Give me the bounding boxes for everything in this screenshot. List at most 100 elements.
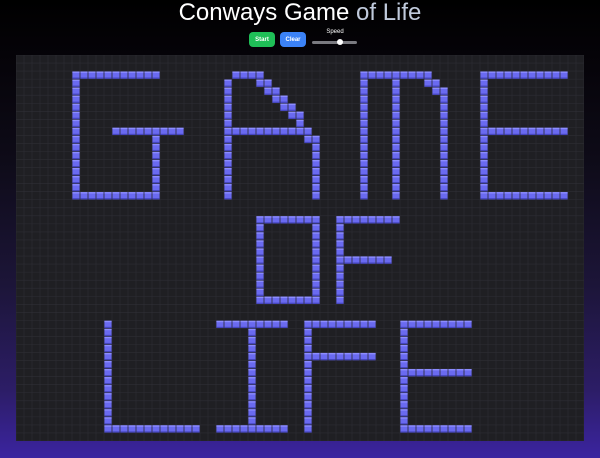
- live-cell[interactable]: [360, 192, 368, 200]
- live-cell[interactable]: [312, 176, 320, 184]
- live-cell[interactable]: [72, 167, 80, 176]
- live-cell[interactable]: [400, 409, 408, 417]
- live-cell[interactable]: [440, 119, 448, 127]
- live-cell[interactable]: [72, 192, 80, 200]
- live-cell[interactable]: [312, 184, 320, 192]
- live-cell[interactable]: [224, 176, 232, 184]
- live-cell[interactable]: [424, 71, 432, 79]
- live-cell[interactable]: [312, 167, 320, 176]
- live-cell[interactable]: [256, 240, 264, 248]
- live-cell[interactable]: [408, 369, 416, 377]
- live-cell[interactable]: [272, 320, 280, 329]
- live-cell[interactable]: [224, 320, 232, 329]
- live-cell[interactable]: [312, 352, 320, 361]
- live-cell[interactable]: [96, 71, 104, 79]
- live-cell[interactable]: [288, 127, 296, 136]
- live-cell[interactable]: [392, 87, 400, 95]
- live-cell[interactable]: [280, 425, 288, 433]
- live-cell[interactable]: [512, 71, 520, 79]
- live-cell[interactable]: [104, 336, 112, 345]
- live-cell[interactable]: [536, 192, 544, 200]
- live-cell[interactable]: [392, 167, 400, 176]
- live-cell[interactable]: [224, 127, 232, 136]
- live-cell[interactable]: [520, 192, 528, 200]
- live-cell[interactable]: [72, 184, 80, 192]
- live-cell[interactable]: [440, 425, 448, 433]
- live-cell[interactable]: [392, 127, 400, 136]
- live-cell[interactable]: [152, 192, 160, 200]
- live-cell[interactable]: [424, 425, 432, 433]
- live-cell[interactable]: [496, 71, 504, 79]
- live-cell[interactable]: [312, 248, 320, 256]
- live-cell[interactable]: [144, 71, 152, 79]
- live-cell[interactable]: [464, 320, 472, 329]
- live-cell[interactable]: [144, 425, 152, 433]
- live-cell[interactable]: [304, 360, 312, 369]
- live-cell[interactable]: [440, 135, 448, 144]
- live-cell[interactable]: [352, 320, 360, 329]
- live-cell[interactable]: [264, 216, 272, 224]
- live-cell[interactable]: [120, 127, 128, 136]
- live-cell[interactable]: [104, 320, 112, 329]
- live-cell[interactable]: [112, 71, 120, 79]
- live-cell[interactable]: [224, 79, 232, 87]
- live-cell[interactable]: [296, 111, 304, 119]
- live-cell[interactable]: [440, 143, 448, 152]
- live-cell[interactable]: [336, 224, 344, 232]
- live-cell[interactable]: [344, 352, 352, 361]
- live-cell[interactable]: [408, 425, 416, 433]
- live-cell[interactable]: [552, 127, 560, 136]
- live-cell[interactable]: [400, 320, 408, 329]
- live-cell[interactable]: [144, 192, 152, 200]
- live-cell[interactable]: [128, 127, 136, 136]
- live-cell[interactable]: [360, 159, 368, 168]
- live-cell[interactable]: [96, 192, 104, 200]
- live-cell[interactable]: [88, 192, 96, 200]
- live-cell[interactable]: [408, 71, 416, 79]
- live-cell[interactable]: [424, 79, 432, 87]
- live-cell[interactable]: [312, 216, 320, 224]
- live-cell[interactable]: [312, 264, 320, 272]
- live-cell[interactable]: [552, 71, 560, 79]
- clear-button[interactable]: Clear: [280, 32, 306, 47]
- live-cell[interactable]: [360, 95, 368, 103]
- live-cell[interactable]: [104, 417, 112, 425]
- live-cell[interactable]: [72, 143, 80, 152]
- live-cell[interactable]: [480, 167, 488, 176]
- live-cell[interactable]: [248, 71, 256, 79]
- live-cell[interactable]: [392, 119, 400, 127]
- live-cell[interactable]: [88, 71, 96, 79]
- live-cell[interactable]: [312, 280, 320, 288]
- live-cell[interactable]: [264, 425, 272, 433]
- live-cell[interactable]: [392, 71, 400, 79]
- live-cell[interactable]: [72, 111, 80, 119]
- live-cell[interactable]: [72, 127, 80, 136]
- live-cell[interactable]: [392, 184, 400, 192]
- live-cell[interactable]: [360, 176, 368, 184]
- live-cell[interactable]: [560, 127, 568, 136]
- live-cell[interactable]: [520, 127, 528, 136]
- live-cell[interactable]: [280, 127, 288, 136]
- live-cell[interactable]: [440, 95, 448, 103]
- live-cell[interactable]: [304, 409, 312, 417]
- live-cell[interactable]: [304, 336, 312, 345]
- live-cell[interactable]: [312, 224, 320, 232]
- live-cell[interactable]: [456, 425, 464, 433]
- live-cell[interactable]: [80, 71, 88, 79]
- live-cell[interactable]: [432, 425, 440, 433]
- live-cell[interactable]: [256, 320, 264, 329]
- live-cell[interactable]: [224, 192, 232, 200]
- live-cell[interactable]: [360, 111, 368, 119]
- live-cell[interactable]: [152, 143, 160, 152]
- live-cell[interactable]: [424, 369, 432, 377]
- live-cell[interactable]: [520, 71, 528, 79]
- live-cell[interactable]: [400, 360, 408, 369]
- live-cell[interactable]: [328, 320, 336, 329]
- live-cell[interactable]: [256, 248, 264, 256]
- live-cell[interactable]: [248, 369, 256, 377]
- live-cell[interactable]: [312, 232, 320, 240]
- live-cell[interactable]: [528, 127, 536, 136]
- live-cell[interactable]: [416, 71, 424, 79]
- live-cell[interactable]: [480, 95, 488, 103]
- live-cell[interactable]: [112, 192, 120, 200]
